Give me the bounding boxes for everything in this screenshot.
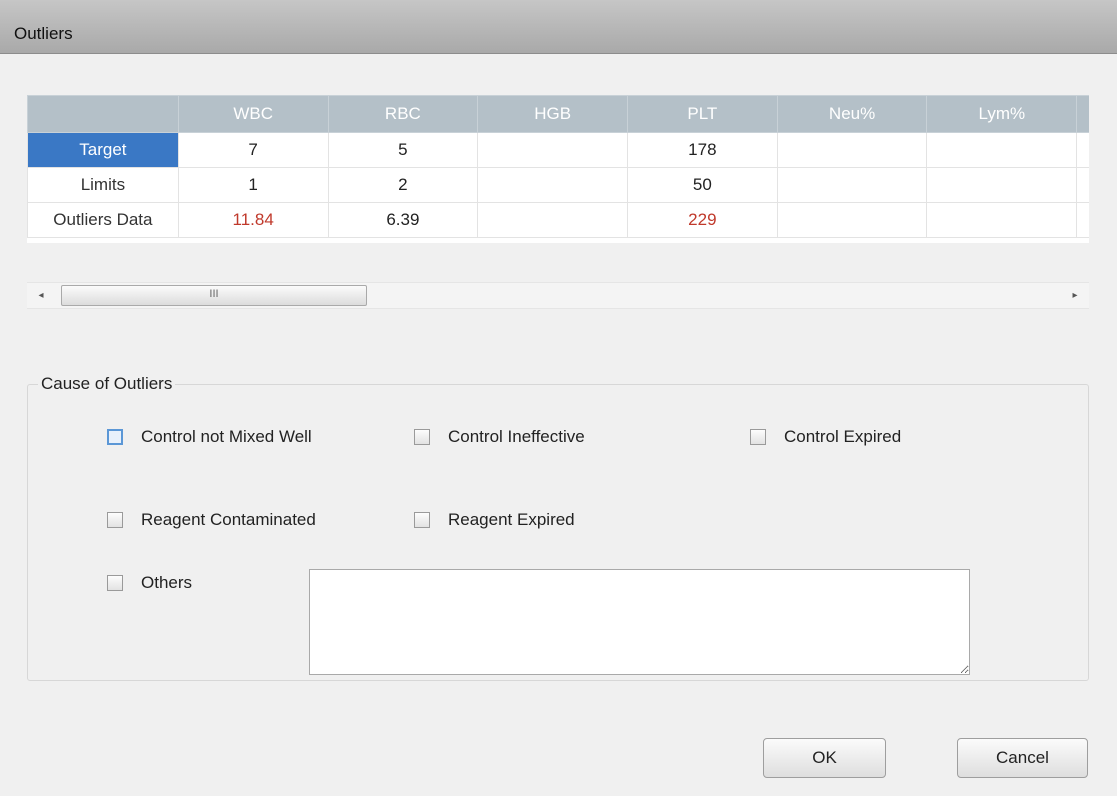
checkbox-icon[interactable] xyxy=(107,575,123,591)
limits-wbc-cell[interactable]: 1 xyxy=(177,167,329,203)
checkbox-control-ineffective[interactable]: Control Ineffective xyxy=(414,427,585,447)
checkbox-label: Control Ineffective xyxy=(448,427,585,446)
cause-of-outliers-title: Cause of Outliers xyxy=(38,374,176,394)
checkbox-label: Reagent Contaminated xyxy=(141,510,316,529)
checkbox-label: Others xyxy=(141,573,193,592)
horizontal-scrollbar[interactable]: ◂ III ▸ xyxy=(27,282,1089,309)
target-rbc-cell[interactable]: 5 xyxy=(327,132,479,168)
target-plt-cell[interactable]: 178 xyxy=(626,132,778,168)
scrollbar-thumb[interactable]: III xyxy=(61,285,367,306)
column-header-hgb[interactable]: HGB xyxy=(477,95,628,133)
limits-hgb-cell[interactable] xyxy=(477,167,628,203)
title-bar: Outliers xyxy=(0,0,1117,54)
checkbox-icon[interactable] xyxy=(414,512,430,528)
checkbox-label: Control not Mixed Well xyxy=(141,427,312,446)
target-lym-cell[interactable] xyxy=(926,132,1078,168)
scroll-left-arrow-icon[interactable]: ◂ xyxy=(33,287,49,304)
column-header-mo[interactable]: Mo xyxy=(1076,95,1089,133)
column-header-lym-pct[interactable]: Lym% xyxy=(926,95,1078,133)
table-row-target[interactable]: Target 7 5 178 xyxy=(27,132,1089,168)
outliers-table: WBC RBC HGB PLT Neu% Lym% Mo Target 7 5 … xyxy=(27,95,1089,243)
header-corner xyxy=(27,95,179,133)
limits-lym-cell[interactable] xyxy=(926,167,1078,203)
scroll-right-arrow-icon[interactable]: ▸ xyxy=(1067,287,1083,304)
row-header-limits[interactable]: Limits xyxy=(27,167,179,203)
checkbox-icon[interactable] xyxy=(414,429,430,445)
checkbox-reagent-expired[interactable]: Reagent Expired xyxy=(414,510,575,530)
column-header-plt[interactable]: PLT xyxy=(626,95,778,133)
outliers-plt-cell[interactable]: 229 xyxy=(626,202,778,238)
checkbox-control-not-mixed-well[interactable]: Control not Mixed Well xyxy=(107,427,312,447)
column-header-rbc[interactable]: RBC xyxy=(327,95,479,133)
outliers-wbc-cell[interactable]: 11.84 xyxy=(177,202,329,238)
table-header-row: WBC RBC HGB PLT Neu% Lym% Mo xyxy=(27,95,1089,133)
checkbox-control-expired[interactable]: Control Expired xyxy=(750,427,901,447)
checkbox-icon[interactable] xyxy=(107,512,123,528)
target-mo-cell[interactable] xyxy=(1076,132,1089,168)
checkbox-label: Reagent Expired xyxy=(448,510,575,529)
outliers-neu-cell[interactable] xyxy=(776,202,928,238)
table-row-limits[interactable]: Limits 1 2 50 xyxy=(27,167,1089,203)
others-text-field[interactable] xyxy=(309,569,970,675)
cancel-button[interactable]: Cancel xyxy=(957,738,1088,778)
checkbox-label: Control Expired xyxy=(784,427,902,446)
ok-button[interactable]: OK xyxy=(763,738,886,778)
limits-rbc-cell[interactable]: 2 xyxy=(327,167,479,203)
target-hgb-cell[interactable] xyxy=(477,132,628,168)
column-header-wbc[interactable]: WBC xyxy=(177,95,329,133)
target-neu-cell[interactable] xyxy=(776,132,928,168)
scrollbar-grip-icon: III xyxy=(209,288,219,300)
row-header-target[interactable]: Target xyxy=(27,132,179,168)
checkbox-reagent-contaminated[interactable]: Reagent Contaminated xyxy=(107,510,316,530)
outliers-mo-cell[interactable] xyxy=(1076,202,1089,238)
limits-neu-cell[interactable] xyxy=(776,167,928,203)
limits-plt-cell[interactable]: 50 xyxy=(626,167,778,203)
outliers-hgb-cell[interactable] xyxy=(477,202,628,238)
checkbox-others[interactable]: Others xyxy=(107,573,192,593)
checkbox-icon[interactable] xyxy=(107,429,123,445)
checkbox-icon[interactable] xyxy=(750,429,766,445)
window-title: Outliers xyxy=(14,24,73,43)
outliers-lym-cell[interactable] xyxy=(926,202,1078,238)
target-wbc-cell[interactable]: 7 xyxy=(177,132,329,168)
column-header-neu-pct[interactable]: Neu% xyxy=(776,95,928,133)
limits-mo-cell[interactable] xyxy=(1076,167,1089,203)
outliers-rbc-cell[interactable]: 6.39 xyxy=(327,202,479,238)
row-header-outliers-data[interactable]: Outliers Data xyxy=(27,202,179,238)
table-row-outliers-data[interactable]: Outliers Data 11.84 6.39 229 xyxy=(27,202,1089,238)
